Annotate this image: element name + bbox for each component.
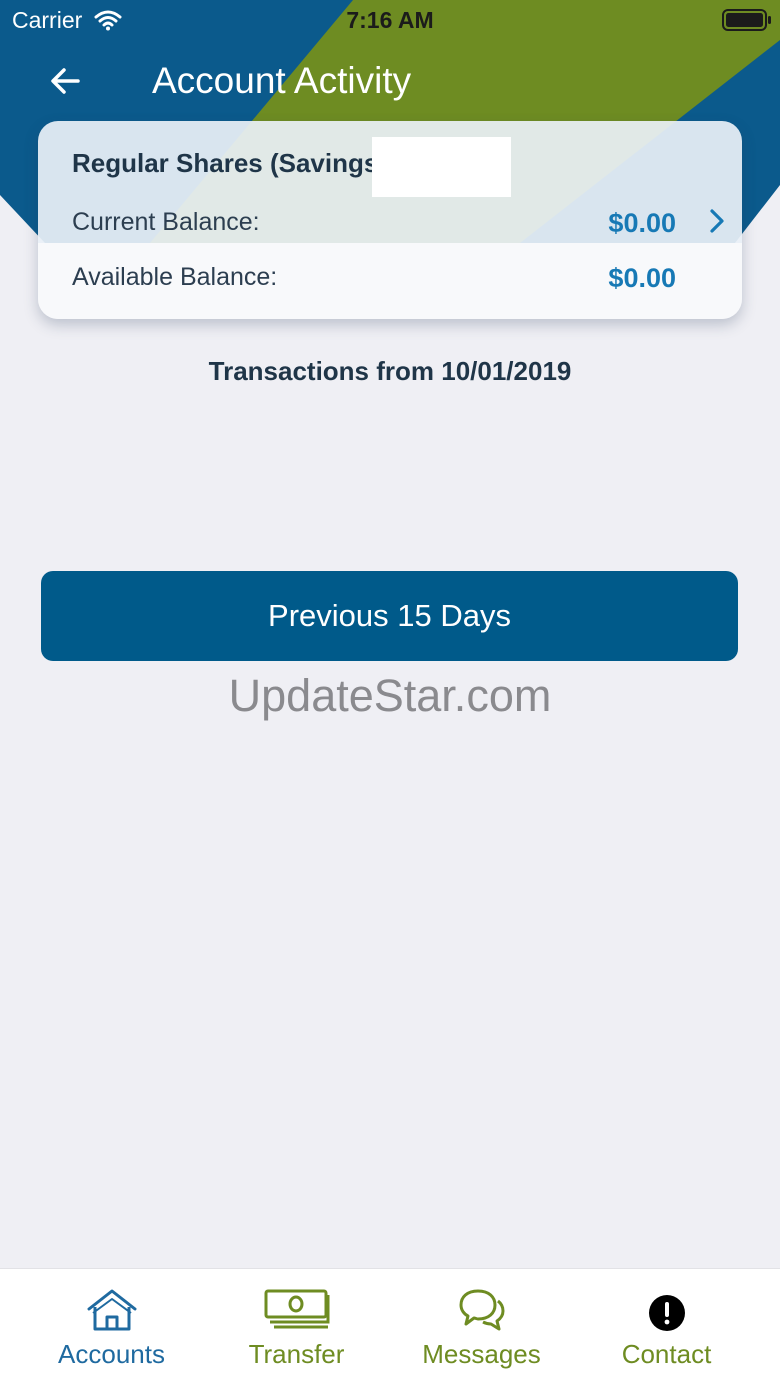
- tab-transfer-label: Transfer: [248, 1339, 345, 1369]
- redacted-account-number: [372, 137, 511, 197]
- home-icon: [87, 1289, 136, 1331]
- battery-icon: [722, 9, 771, 31]
- account-name: Regular Shares (Savings): [72, 148, 387, 178]
- tab-transfer[interactable]: Transfer: [204, 1269, 389, 1388]
- alert-circle-icon: [648, 1295, 685, 1331]
- chat-bubbles-icon: [459, 1289, 504, 1331]
- tab-contact-label: Contact: [621, 1339, 712, 1369]
- status-time: 7:16 AM: [346, 7, 434, 33]
- available-balance-value: $0.00: [608, 263, 676, 293]
- status-bar: Carrier 7:16 AM: [0, 0, 780, 40]
- tab-accounts-label: Accounts: [58, 1339, 165, 1369]
- back-button[interactable]: [40, 58, 90, 104]
- transactions-heading: Transactions from 10/01/2019: [208, 356, 572, 386]
- tab-messages[interactable]: Messages: [389, 1269, 574, 1388]
- arrow-left-icon: [51, 68, 80, 94]
- tab-accounts[interactable]: Accounts: [19, 1269, 204, 1388]
- watermark: UpdateStar.com: [228, 670, 552, 721]
- tab-bar: Accounts Transfer Messages Contact: [0, 1268, 780, 1388]
- previous-15-days-button[interactable]: Previous 15 Days: [41, 571, 738, 661]
- available-balance-label: Available Balance:: [72, 263, 278, 291]
- current-balance-label: Current Balance:: [72, 208, 260, 236]
- cash-icon: [264, 1289, 329, 1329]
- page-title: Account Activity: [152, 60, 412, 101]
- current-balance-value: $0.00: [608, 208, 676, 238]
- tab-contact[interactable]: Contact: [574, 1269, 759, 1388]
- chevron-right-icon[interactable]: [704, 207, 730, 235]
- tab-messages-label: Messages: [422, 1339, 541, 1369]
- account-card[interactable]: Regular Shares (Savings) Current Balance…: [38, 121, 742, 319]
